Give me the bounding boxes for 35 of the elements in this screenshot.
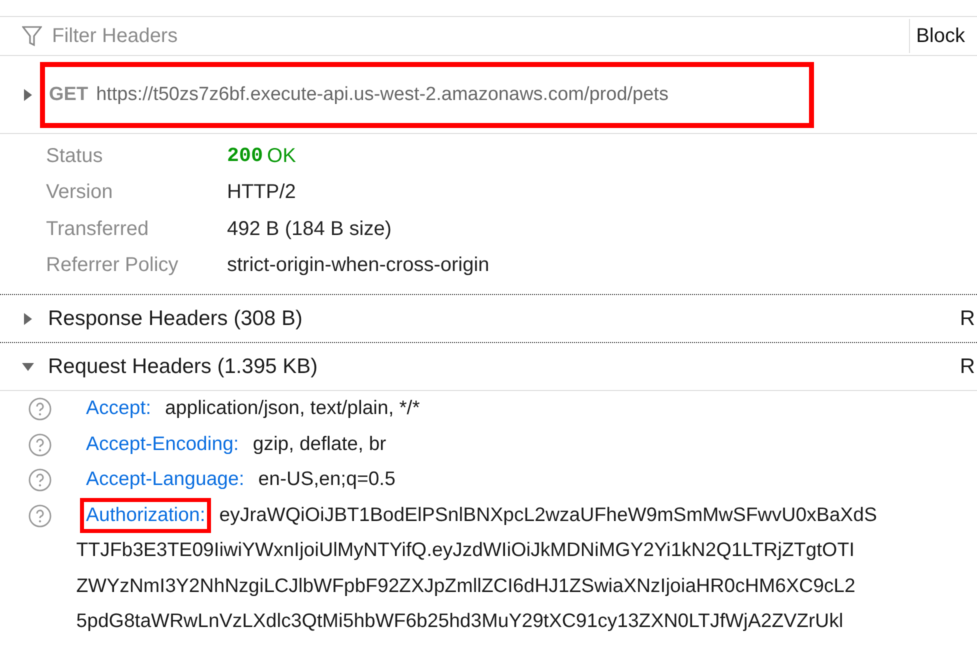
request-method: GET [49, 84, 88, 106]
expand-triangle-icon[interactable] [22, 88, 34, 100]
header-name: Authorization: [80, 498, 212, 533]
header-value: en-US,en;q=0.5 [258, 467, 396, 492]
header-value: application/json, text/plain, */* [165, 396, 420, 421]
section-title[interactable]: Response Headers (308 B) [48, 306, 302, 330]
collapse-triangle-icon[interactable] [22, 360, 34, 372]
help-icon[interactable] [28, 397, 52, 421]
header-name: Accept-Language: [85, 467, 246, 492]
summary-label: Referrer Policy [46, 254, 180, 278]
filter-field[interactable]: Filter Headers [50, 24, 910, 48]
header-value: 5pdG8taWRwLnVzLXdlc3QtMi5hbWF6b25hd3MuY29tXC91cy13ZXN0LTJfWjA2ZVZrUkl [76, 609, 844, 634]
header-name: Accept-Encoding: [85, 432, 240, 456]
request-url: https://t50zs7z6bf.execute-api.us-west-2.amazonaws.com/prod/pets [96, 84, 668, 106]
help-icon[interactable] [28, 468, 52, 492]
summary-label: Version [46, 181, 114, 204]
header-value: TTJFb3E3TE09IiwiYWxnIjoiUlMyNTYifQ.eyJzdWIiOiJkMDNiMGY2Yi1kN2Q1LTRjZTgtOTI [76, 538, 856, 563]
help-icon[interactable] [28, 432, 52, 456]
section-column-text: R [960, 306, 975, 330]
summary-value: 492 B (184 B size) [227, 218, 392, 241]
section-title[interactable]: Request Headers (1.395 KB) [48, 354, 318, 378]
header-value: eyJraWQiOiJBT1BodElPSnlBNXpcL2wzaUFheW9mSmMwSFwvU0xBaXdS [219, 502, 878, 528]
status-code: 200 [227, 144, 264, 168]
summary-value: HTTP/2 [227, 181, 296, 204]
header-value: ZWYzNmI3Y2NhNzgiLCJlbWFpbF92ZXJpZmllZCI6dHJ1ZSwiaXNzIjoiaHR0cHM6XC9cL2 [76, 574, 856, 598]
summary-label: Status [46, 144, 104, 168]
filter-icon [22, 25, 42, 47]
section-column-text: R [960, 354, 975, 378]
expand-triangle-icon[interactable] [22, 312, 34, 324]
help-icon[interactable] [28, 504, 52, 528]
header-name: Accept: [85, 396, 152, 421]
header-value: gzip, deflate, br [252, 432, 386, 456]
status-text: OK [267, 144, 296, 168]
summary-label: Transferred [46, 218, 150, 241]
summary-value: strict-origin-when-cross-origin [227, 254, 490, 278]
